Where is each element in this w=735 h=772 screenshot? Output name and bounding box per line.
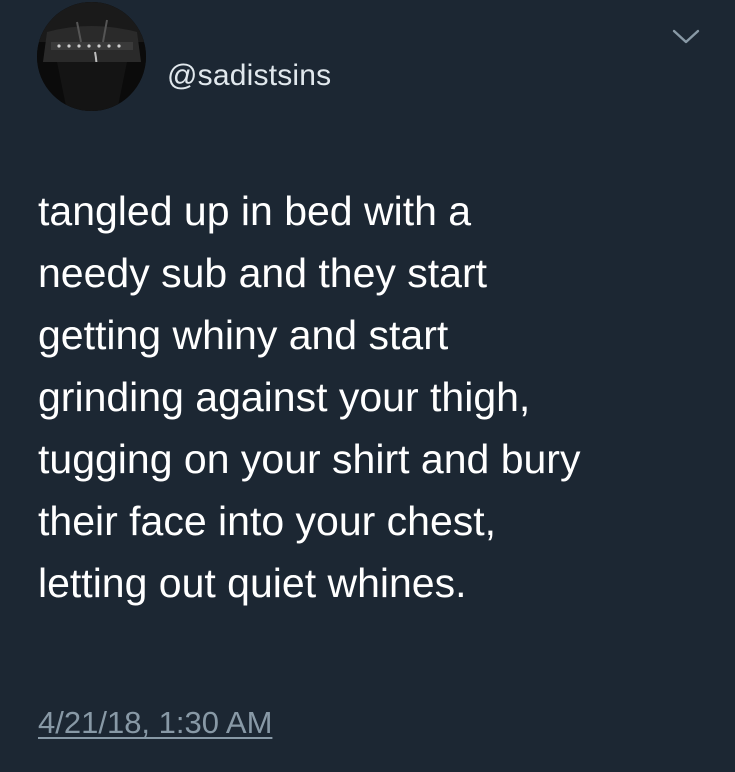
user-handle[interactable]: @sadistsins	[167, 56, 331, 96]
tweet-text-line: needy sub and they start	[38, 250, 488, 296]
tweet-card: @sadistsins tangled up in bed with a nee…	[0, 0, 735, 772]
tweet-text-line: tugging on your shirt and bury	[38, 436, 581, 482]
tweet-text-line: tangled up in bed with a	[38, 188, 472, 234]
avatar[interactable]	[37, 2, 146, 111]
chevron-down-icon[interactable]	[669, 22, 703, 50]
tweet-text-line: letting out quiet whines.	[38, 560, 467, 606]
tweet-timestamp[interactable]: 4/21/18, 1:30 AM	[38, 703, 272, 743]
tweet-text: tangled up in bed with a needy sub and t…	[38, 180, 718, 614]
tweet-text-line: their face into your chest,	[38, 498, 497, 544]
avatar-photo-icon	[37, 2, 146, 111]
tweet-text-line: grinding against your thigh,	[38, 374, 531, 420]
tweet-text-line: getting whiny and start	[38, 312, 449, 358]
